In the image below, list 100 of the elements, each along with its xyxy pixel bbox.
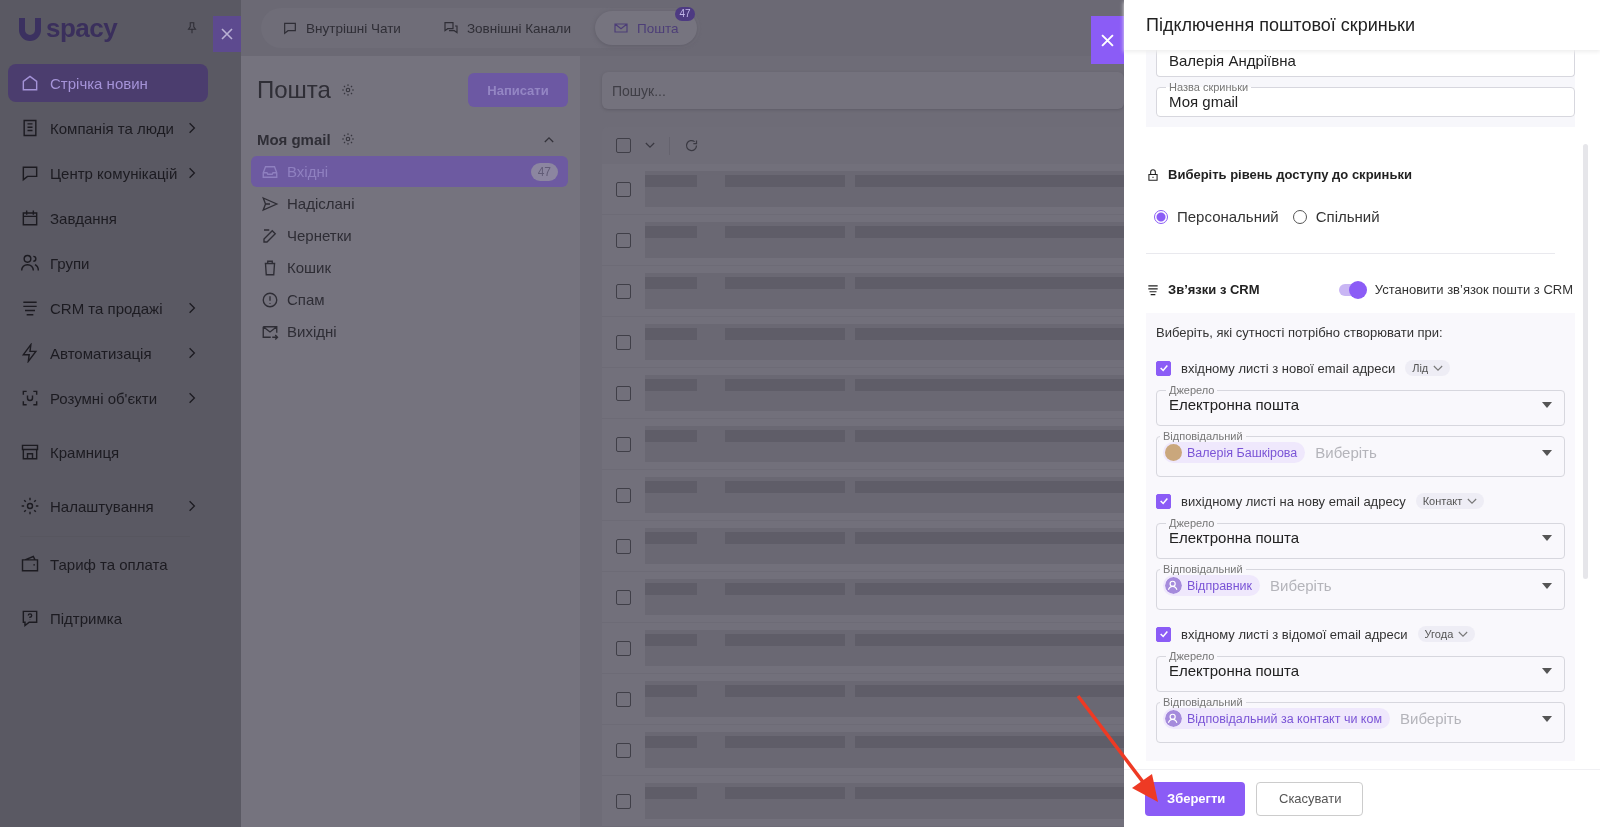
send-icon xyxy=(261,194,279,213)
entity-dropdown[interactable]: Лід xyxy=(1405,360,1451,376)
tab[interactable]: Внутрішні Чати xyxy=(264,11,419,45)
sidebar-item[interactable]: Тариф та оплата xyxy=(8,545,208,583)
close-button[interactable] xyxy=(213,16,241,52)
chevron-up-icon[interactable] xyxy=(544,135,554,143)
sidebar-item[interactable]: Стрічка новин xyxy=(8,64,208,102)
stack-icon xyxy=(20,298,40,318)
row-checkbox[interactable] xyxy=(616,334,631,350)
scrollbar[interactable] xyxy=(1583,144,1588,579)
caret-icon xyxy=(1542,667,1552,674)
sidebar-item[interactable]: Компанія та люди xyxy=(8,109,208,147)
mailbox-name[interactable]: Моя gmail xyxy=(257,130,331,148)
text-field[interactable]: Валерія Андріївна xyxy=(1156,50,1575,77)
toggle-switch[interactable] xyxy=(1338,283,1365,296)
row-checkbox[interactable] xyxy=(616,691,631,707)
wallet-icon xyxy=(20,554,40,574)
folder-item[interactable]: Чернетки xyxy=(251,220,568,251)
search-field[interactable]: Пошук... xyxy=(602,72,1124,109)
row-checkbox[interactable] xyxy=(616,589,631,605)
chat-icon xyxy=(282,20,298,36)
chevron-down-icon xyxy=(1433,364,1444,372)
section-heading: Виберіть рівень доступу до скриньки xyxy=(1168,167,1412,182)
sidebar-item[interactable]: Підтримка xyxy=(8,599,208,637)
envelope-icon xyxy=(612,20,629,36)
select-field[interactable]: Джерело Електронна пошта xyxy=(1156,384,1565,426)
person-chip[interactable]: Відправник xyxy=(1163,575,1261,596)
home-icon xyxy=(20,73,40,93)
sidebar-item[interactable]: Завдання xyxy=(8,199,208,237)
row-checkbox[interactable] xyxy=(616,283,631,299)
alert-icon xyxy=(261,290,279,309)
checkbox[interactable] xyxy=(1156,626,1171,642)
field-label: Назва скриньки xyxy=(1168,81,1250,93)
folder-item[interactable]: Спам xyxy=(251,284,568,315)
toggle-label: Установити зв’язок пошти з CRM xyxy=(1374,282,1573,297)
close-icon xyxy=(1101,33,1114,47)
checkbox[interactable] xyxy=(1156,360,1171,376)
edit-icon xyxy=(261,226,279,245)
row-checkbox[interactable] xyxy=(616,640,631,656)
row-checkbox[interactable] xyxy=(616,232,631,248)
entity-dropdown[interactable]: Угода xyxy=(1417,626,1476,642)
instruction-text: Виберіть, які сутності потрібно створювати при: xyxy=(1156,325,1444,340)
sidebar-item[interactable]: Автоматизація xyxy=(8,334,208,372)
select-field[interactable]: Джерело Електронна пошта xyxy=(1156,650,1565,692)
sidebar-item[interactable]: Налаштування xyxy=(8,487,208,525)
checkbox-label: вхідному листі з нової email адреси xyxy=(1181,360,1396,376)
save-button[interactable]: Зберегти xyxy=(1145,781,1245,816)
building-icon xyxy=(20,118,40,138)
scan-icon xyxy=(20,388,40,408)
person-chip[interactable]: Валерія Башкірова xyxy=(1163,442,1306,463)
field-label: Джерело xyxy=(1168,517,1216,529)
row-checkbox[interactable] xyxy=(616,742,631,758)
folder-item[interactable]: Надіслані xyxy=(251,188,568,219)
checkbox[interactable] xyxy=(1156,493,1171,509)
radio-option[interactable]: Спільний xyxy=(1292,208,1380,225)
sidebar-item[interactable]: Розумні об'єкти xyxy=(8,379,208,417)
caret-icon xyxy=(1542,582,1552,589)
select-field[interactable]: Відповідальний Відправник Виберіть xyxy=(1156,563,1565,610)
select-field[interactable]: Відповідальний Відповідальний за контакт чи ком Виберіть xyxy=(1156,696,1565,743)
select-field[interactable]: Відповідальний Валерія Башкірова Виберіть xyxy=(1156,430,1565,477)
caret-icon xyxy=(1542,715,1552,722)
chat-icon xyxy=(20,163,40,183)
field-label: Відповідальний xyxy=(1162,430,1244,442)
select-all-checkbox[interactable] xyxy=(616,138,631,153)
lock-icon xyxy=(1146,167,1160,182)
row-checkbox[interactable] xyxy=(616,436,631,452)
person-chip[interactable]: Відповідальний за контакт чи ком xyxy=(1163,708,1391,729)
row-checkbox[interactable] xyxy=(616,487,631,503)
sidebar-item[interactable]: Центр комунікацій xyxy=(8,154,208,192)
row-checkbox[interactable] xyxy=(616,181,631,197)
people-icon xyxy=(20,253,40,273)
sidebar-item[interactable]: Групи xyxy=(8,244,208,282)
folder-item[interactable]: Кошик xyxy=(251,252,568,283)
page-title: Пошта xyxy=(257,76,331,104)
entity-dropdown[interactable]: Контакт xyxy=(1415,493,1485,509)
radio-option[interactable]: Персональний xyxy=(1154,208,1279,225)
chevron-down-icon[interactable] xyxy=(645,142,655,149)
select-field[interactable]: Джерело Електронна пошта xyxy=(1156,517,1565,559)
settings-icon[interactable] xyxy=(340,132,355,146)
stack-icon xyxy=(1146,282,1160,297)
refresh-icon[interactable] xyxy=(684,138,699,153)
check-icon xyxy=(1158,496,1169,506)
folder-item[interactable]: Вихідні xyxy=(251,316,568,347)
radio-button[interactable] xyxy=(1154,209,1168,224)
caret-icon xyxy=(1542,401,1552,408)
caret-icon xyxy=(1542,449,1552,456)
close-button[interactable] xyxy=(1091,16,1124,64)
text-field[interactable]: Назва скриньки Моя gmail xyxy=(1156,81,1575,117)
cancel-button[interactable]: Скасувати xyxy=(1256,781,1363,816)
section-heading: Зв’язки з CRM xyxy=(1168,282,1260,297)
row-checkbox[interactable] xyxy=(616,385,631,401)
row-checkbox[interactable] xyxy=(616,793,631,809)
field-label: Джерело xyxy=(1168,384,1216,396)
check-icon xyxy=(1158,363,1169,373)
sidebar-item[interactable]: CRM та продажі xyxy=(8,289,208,327)
tab[interactable]: Зовнішні Канали xyxy=(424,11,589,45)
row-checkbox[interactable] xyxy=(616,538,631,554)
close-icon xyxy=(221,28,233,40)
settings-icon[interactable] xyxy=(340,83,355,97)
sidebar-item[interactable]: Крамниця xyxy=(8,433,208,471)
